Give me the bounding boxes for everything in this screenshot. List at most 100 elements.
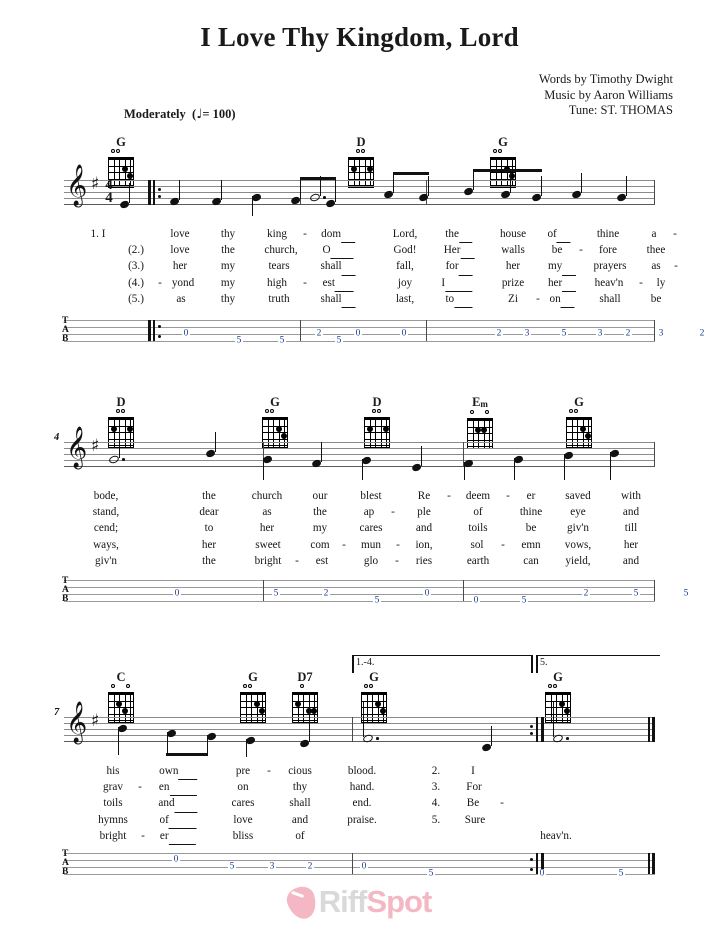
tempo-marking: Moderately (♩= 100): [124, 107, 236, 122]
chord-diagram-g[interactable]: G: [258, 396, 292, 448]
chord-diagram-c[interactable]: C: [104, 671, 138, 723]
lyric-syllable: yond: [171, 276, 195, 289]
key-signature-sharp: ♯: [91, 436, 100, 456]
tab-fret-number: 0: [182, 328, 190, 339]
tab-fret-number: 5: [617, 868, 625, 879]
tab-staff-3: TAB 0 5 3 2 0 5 0 5: [62, 849, 655, 881]
lyric-syllable: ap: [363, 506, 375, 519]
lyric-syllable: shall: [289, 797, 311, 810]
chord-diagram-d[interactable]: D: [104, 396, 138, 448]
measure-number-2: 4: [54, 432, 60, 443]
lyric-line: (5.) as thy truth shall last, to Zi - on shall b…: [0, 291, 719, 308]
tab-fret-number: 3: [268, 861, 276, 872]
lyric-syllable: of: [547, 226, 571, 244]
lyric-syllable: 4.: [431, 797, 441, 810]
lyric-syllable: and: [622, 506, 640, 519]
chord-name: G: [574, 395, 584, 409]
lyric-syllable: I: [441, 275, 473, 292]
tab-fret-number: 2: [322, 588, 330, 599]
sheet-music-page: I Love Thy Kingdom, Lord Words by Timoth…: [0, 0, 719, 930]
lyric-syllable: -: [673, 228, 677, 240]
tab-fret-number: 2: [315, 328, 323, 339]
lyric-syllable: -: [395, 554, 399, 567]
lyrics-block-3: his own pre - cious blood. 2. Igrav - en on thy ha…: [0, 763, 719, 845]
lyric-syllable: thy: [220, 228, 236, 240]
lyric-syllable: -: [391, 506, 395, 519]
lyric-syllable: as: [262, 506, 272, 519]
riffspot-watermark: RiffSpot: [0, 883, 719, 923]
lyric-syllable: love: [170, 244, 190, 257]
notation-staff-2: 𝄞 ♯: [64, 422, 655, 480]
lyric-line: giv'n the bright - est glo - ries earth can yield,…: [0, 553, 719, 569]
notation-staff-1: 𝄞 ♯ 44: [64, 168, 655, 216]
lyric-syllable: thy: [220, 292, 236, 305]
treble-clef-icon: 𝄞: [66, 427, 88, 468]
lyric-syllable: my: [220, 260, 236, 273]
lyric-syllable: my: [220, 276, 236, 289]
tab-fret-number: 5: [560, 328, 568, 339]
lyric-syllable: est: [315, 554, 329, 567]
lyric-syllable: sol: [470, 538, 484, 551]
open-string-markers: [566, 409, 592, 416]
lyric-syllable: last,: [395, 292, 415, 305]
lyric-syllable: to: [204, 522, 214, 535]
lyric-syllable: high: [267, 276, 287, 289]
tempo-bpm: = 100: [202, 107, 232, 121]
lyric-syllable: shall: [599, 292, 621, 305]
lyric-syllable: For: [466, 781, 482, 794]
credit-words: Words by Timothy Dwight: [538, 72, 673, 86]
lyric-syllable: Zi: [508, 292, 518, 305]
lyric-syllable: sweet: [255, 538, 281, 551]
tab-fret-number: 5: [272, 588, 280, 599]
lyric-syllable: with: [621, 490, 641, 502]
lyric-syllable: giv'n: [567, 522, 589, 535]
lyric-syllable: a: [651, 228, 657, 240]
tab-fret-number: 2: [698, 328, 706, 339]
watermark-riff: Riff: [318, 884, 368, 919]
tab-clef-label: TAB: [62, 849, 69, 878]
open-string-markers: [490, 149, 516, 156]
lyric-syllable: as: [651, 260, 661, 273]
tab-fret-number: 5: [278, 335, 286, 346]
tab-fret-number: 5: [427, 868, 435, 879]
lyric-syllable: own: [159, 763, 197, 781]
tab-fret-number: 2: [306, 861, 314, 872]
lyric-syllable: and: [622, 554, 640, 567]
lyric-line: (4.) - yond my high - est joy I prize her heav'n…: [0, 275, 719, 292]
chord-name: G: [553, 670, 563, 684]
lyric-syllable: till: [624, 522, 638, 535]
lyric-syllable: her: [623, 538, 639, 551]
lyric-syllable: church: [251, 490, 283, 502]
lyric-syllable: church,: [264, 244, 298, 257]
chord-diagram-g[interactable]: G: [562, 396, 596, 448]
lyric-syllable: -: [536, 292, 540, 305]
lyric-syllable: and: [158, 795, 198, 813]
tab-fret-number: 0: [472, 595, 480, 606]
lyric-syllable: O: [322, 242, 354, 260]
tab-fret-number: 0: [423, 588, 431, 599]
open-string-markers: [348, 149, 374, 156]
lyric-syllable: -: [500, 797, 504, 810]
lyric-syllable: of: [473, 506, 483, 519]
lyric-syllable: vows,: [564, 538, 592, 551]
lyric-syllable: for: [446, 258, 473, 276]
chord-name: C: [116, 670, 126, 684]
lyric-syllable: cious: [288, 765, 312, 777]
chord-diagram-d7[interactable]: D7: [288, 671, 322, 723]
lyric-syllable: -: [138, 781, 142, 794]
chord-diagram-d[interactable]: D: [360, 396, 394, 448]
lyric-syllable: of: [295, 829, 305, 842]
lyric-syllable: can: [523, 554, 539, 567]
lyric-syllable: and: [415, 522, 433, 535]
measure-number-3: 7: [54, 707, 60, 718]
lyric-syllable: God!: [393, 244, 417, 257]
chord-diagram-g[interactable]: G: [236, 671, 270, 723]
lyrics-block-2: bode, the church our blest Re - deem - er saved wit…: [0, 488, 719, 569]
lyric-syllable: (2.): [128, 244, 144, 257]
page-title: I Love Thy Kingdom, Lord: [200, 22, 519, 52]
tab-fret-number: 2: [495, 328, 503, 339]
chord-diagram-g[interactable]: G: [541, 671, 575, 723]
chord-name: D7: [297, 670, 313, 684]
lyric-syllable: (5.): [128, 292, 144, 305]
lyric-syllable: end.: [352, 797, 372, 810]
